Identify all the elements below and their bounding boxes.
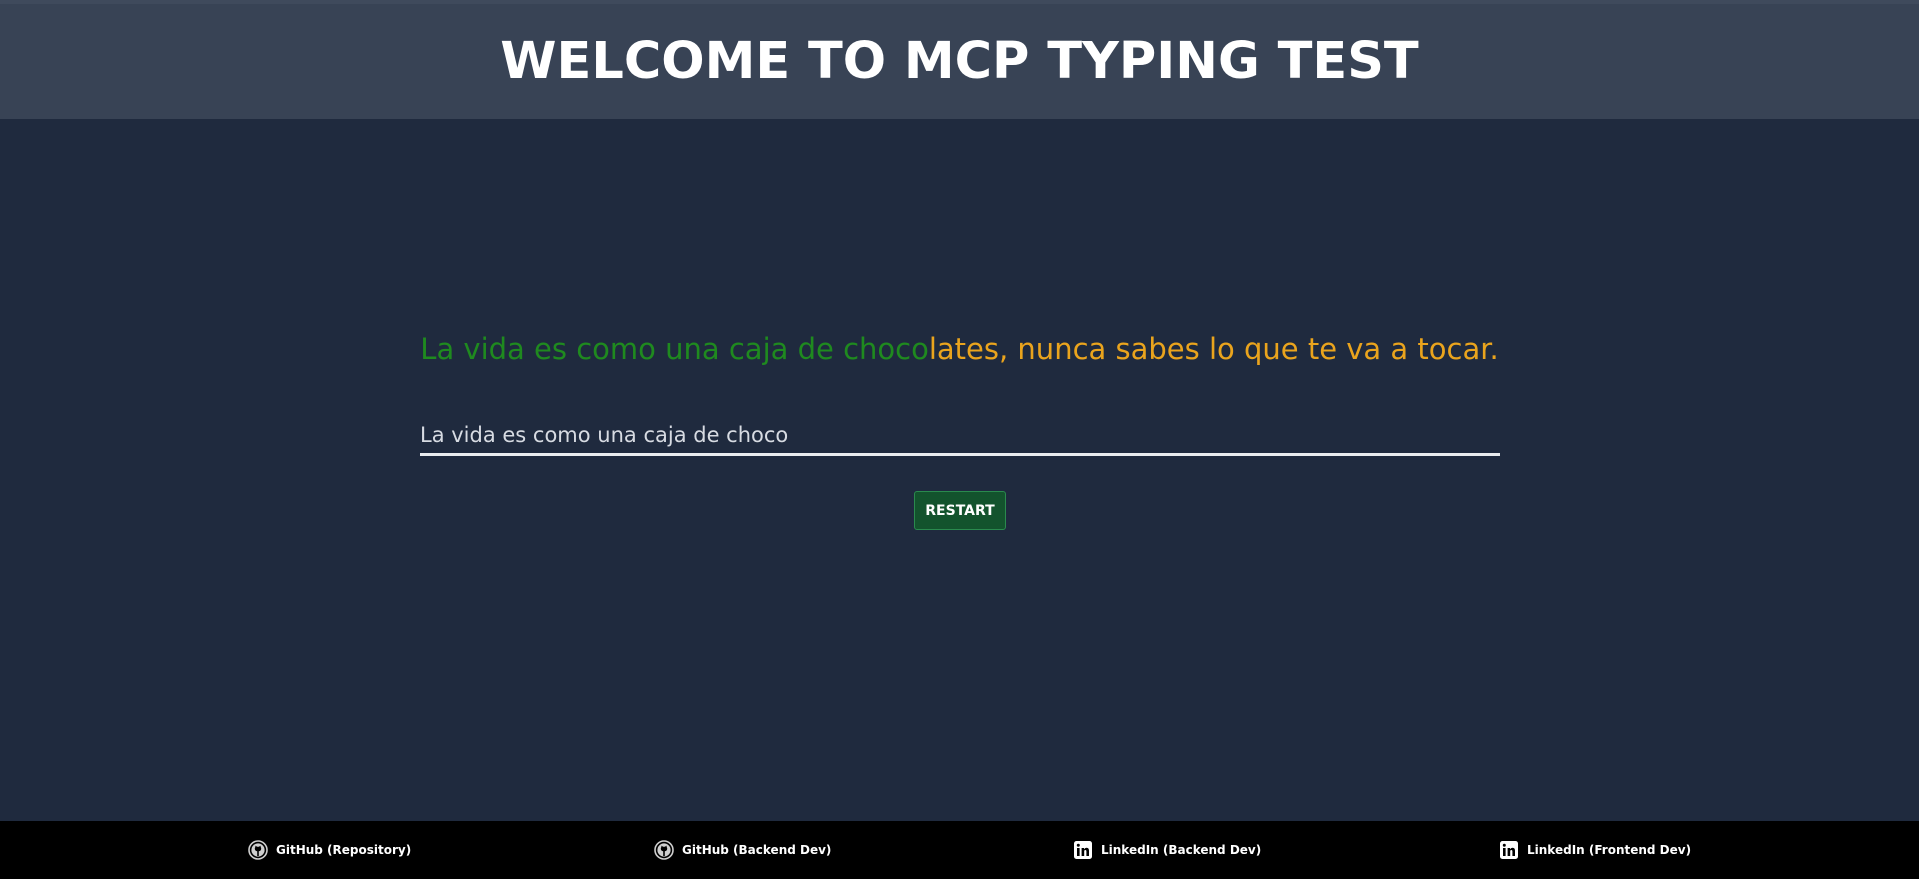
typed-text: La vida es como una caja de choco [420,332,929,366]
github-icon [654,840,674,860]
footer-link-label: GitHub (Backend Dev) [682,843,832,857]
target-sentence: La vida es como una caja de chocolates, … [0,329,1919,369]
linkedin-icon [1073,840,1093,860]
restart-button[interactable]: RESTART [914,491,1006,530]
footer-link-label: GitHub (Repository) [276,843,412,857]
remaining-text: lates, nunca sabes lo que te va a tocar. [928,332,1499,366]
footer-link-linkedin-backend-dev[interactable]: LinkedIn (Backend Dev) [1073,821,1261,879]
github-icon [248,840,268,860]
footer-link-github-backend-dev[interactable]: GitHub (Backend Dev) [654,821,831,879]
typing-input[interactable] [420,418,1500,456]
footer: GitHub (Repository) GitHub (Backend Dev)… [0,821,1919,879]
page-title: WELCOME TO MCP TYPING TEST [500,32,1419,91]
page-header: WELCOME TO MCP TYPING TEST [0,0,1919,119]
footer-link-label: LinkedIn (Frontend Dev) [1527,843,1692,857]
footer-link-github-repository[interactable]: GitHub (Repository) [248,821,411,879]
footer-link-linkedin-frontend-dev[interactable]: LinkedIn (Frontend Dev) [1499,821,1691,879]
typing-area: La vida es como una caja de chocolates, … [0,119,1919,821]
footer-link-label: LinkedIn (Backend Dev) [1101,843,1262,857]
linkedin-icon [1499,840,1519,860]
